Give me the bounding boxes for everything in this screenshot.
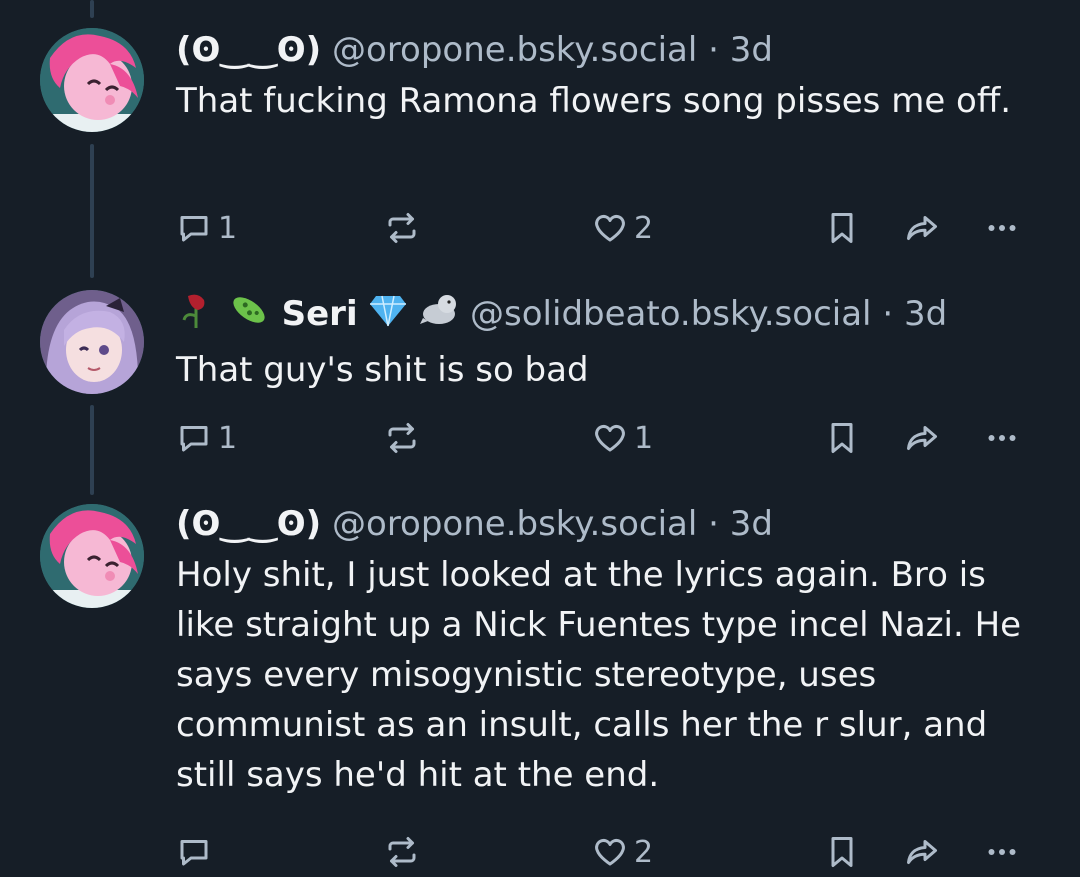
share-icon — [907, 216, 937, 240]
display-name[interactable]: (ʘ‿‿ʘ) — [176, 30, 321, 70]
post-actions: 1 1 — [176, 418, 1036, 458]
like-button[interactable]: 2 — [592, 832, 653, 872]
anime-girl-avatar-icon — [40, 290, 144, 394]
repost-icon — [388, 423, 416, 453]
post-actions: 2 — [176, 832, 1036, 872]
timestamp[interactable]: 3d — [904, 294, 947, 334]
separator: · — [882, 294, 894, 334]
separator: · — [708, 30, 719, 70]
like-count: 1 — [634, 420, 654, 456]
wilted-rose-icon — [176, 290, 216, 341]
reply-count: 1 — [218, 420, 238, 456]
bookmark-icon — [831, 213, 853, 243]
thread-line-1 — [90, 144, 94, 278]
post-text: That fucking Ramona flowers song pisses … — [176, 81, 1012, 121]
ellipsis-icon — [988, 225, 1016, 231]
post-text: Holy shit, I just looked at the lyrics a… — [176, 555, 1022, 795]
timestamp[interactable]: 3d — [730, 504, 773, 544]
more-options-button[interactable] — [984, 832, 1020, 872]
microbe-icon — [227, 290, 271, 341]
separator: · — [708, 504, 719, 544]
share-button[interactable] — [904, 832, 940, 872]
like-button[interactable]: 2 — [592, 208, 653, 248]
avatar[interactable] — [40, 504, 144, 608]
bookmark-button[interactable] — [824, 418, 860, 458]
handle[interactable]: @solidbeato.bsky.social — [470, 294, 871, 334]
bookmark-icon — [831, 837, 853, 867]
pink-pony-avatar-icon — [40, 504, 144, 608]
avatar[interactable] — [40, 290, 144, 394]
post-header: (ʘ‿‿ʘ) @oropone.bsky.social · 3d — [176, 502, 1040, 546]
post-actions: 1 2 — [176, 208, 1036, 248]
reply-button[interactable]: 1 — [176, 208, 237, 248]
share-icon — [907, 426, 937, 450]
reply-icon — [180, 426, 208, 452]
post-header: (ʘ‿‿ʘ) @oropone.bsky.social · 3d — [176, 28, 1040, 72]
like-button[interactable]: 1 — [592, 418, 653, 458]
ellipsis-icon — [988, 435, 1016, 441]
like-count: 2 — [634, 210, 654, 246]
share-button[interactable] — [904, 208, 940, 248]
bookmark-button[interactable] — [824, 208, 860, 248]
more-options-button[interactable] — [984, 208, 1020, 248]
heart-icon — [595, 214, 625, 242]
post-text: That guy's shit is so bad — [176, 350, 589, 390]
more-options-button[interactable] — [984, 418, 1020, 458]
repost-icon — [388, 213, 416, 243]
seal-icon — [419, 292, 459, 339]
repost-button[interactable] — [384, 418, 420, 458]
heart-icon — [595, 424, 625, 452]
bookmark-icon — [831, 423, 853, 453]
share-icon — [907, 840, 937, 864]
thread-line-top — [90, 0, 94, 18]
ellipsis-icon — [988, 849, 1016, 855]
pink-pony-avatar-icon — [40, 28, 144, 132]
display-name[interactable]: (ʘ‿‿ʘ) — [176, 504, 321, 544]
handle[interactable]: @oropone.bsky.social — [332, 30, 697, 70]
share-button[interactable] — [904, 418, 940, 458]
repost-button[interactable] — [384, 832, 420, 872]
thread-line-2 — [90, 405, 94, 495]
repost-button[interactable] — [384, 208, 420, 248]
reply-icon — [180, 840, 208, 866]
reply-count: 1 — [218, 210, 238, 246]
reply-icon — [180, 216, 208, 242]
display-name[interactable]: Seri — [282, 294, 358, 334]
gem-icon — [368, 292, 408, 339]
reply-button[interactable]: 1 — [176, 418, 237, 458]
timestamp[interactable]: 3d — [730, 30, 773, 70]
bookmark-button[interactable] — [824, 832, 860, 872]
reply-button[interactable] — [176, 832, 218, 872]
heart-icon — [595, 838, 625, 866]
post-header: Seri @solidbeato.bsky.social · 3d — [176, 290, 1040, 341]
repost-icon — [388, 837, 416, 867]
like-count: 2 — [634, 834, 654, 870]
avatar[interactable] — [40, 28, 144, 132]
handle[interactable]: @oropone.bsky.social — [332, 504, 697, 544]
